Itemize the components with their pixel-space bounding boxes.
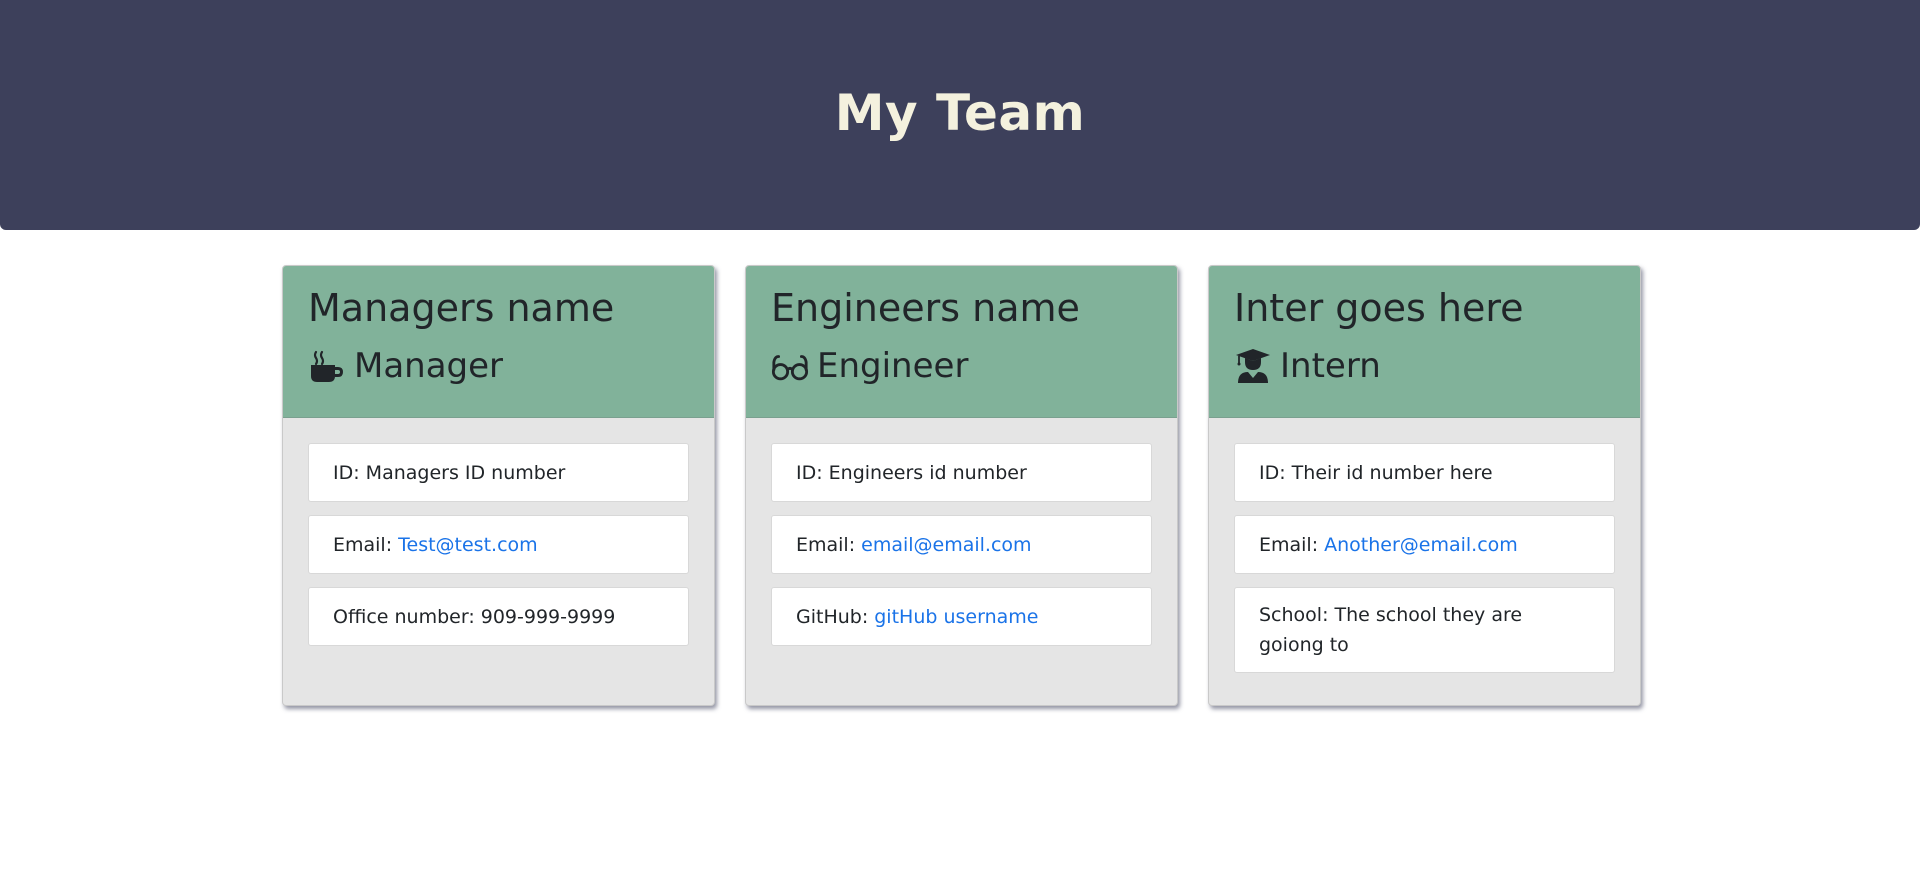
employee-role-label: Intern: [1280, 346, 1381, 386]
graduate-icon: [1234, 347, 1272, 385]
card-header: Engineers name Engineer: [746, 266, 1177, 418]
employee-role-label: Manager: [354, 346, 504, 386]
employee-id: ID: Their id number here: [1234, 443, 1615, 502]
email-label: Email:: [796, 533, 856, 556]
employee-name: Inter goes here: [1234, 286, 1524, 330]
school-text: School: The school they are goiong to: [1259, 604, 1523, 656]
employee-email: Email: Test@test.com: [308, 515, 689, 574]
card-body: ID: Engineers id number Email: email@ema…: [746, 418, 1177, 646]
email-label: Email:: [1259, 533, 1319, 556]
github: GitHub: gitHub username: [771, 587, 1152, 646]
employee-card-engineer: Engineers name Engineer ID: Engineers id…: [745, 265, 1178, 706]
school: School: The school they are goiong to: [1234, 587, 1615, 673]
employee-id-text: ID: Managers ID number: [333, 461, 566, 484]
card-header: Managers name Manager: [283, 266, 714, 418]
employee-email: Email: Another@email.com: [1234, 515, 1615, 574]
employee-role: Engineer: [771, 344, 1152, 388]
employee-id: ID: Engineers id number: [771, 443, 1152, 502]
github-label: GitHub:: [796, 605, 869, 628]
employee-card-manager: Managers name Manager ID: Managers ID nu…: [282, 265, 715, 706]
page-title: My Team: [834, 84, 1086, 142]
page-header: My Team: [0, 0, 1920, 230]
glasses-icon: [771, 347, 809, 385]
employee-name: Engineers name: [771, 286, 1080, 330]
employee-id-text: ID: Their id number here: [1259, 461, 1493, 484]
employee-email: Email: email@email.com: [771, 515, 1152, 574]
employee-role-label: Engineer: [817, 346, 969, 386]
coffee-mug-icon: [308, 347, 346, 385]
employee-id-text: ID: Engineers id number: [796, 461, 1027, 484]
card-header: Inter goes here Intern: [1209, 266, 1640, 418]
employee-card-intern: Inter goes here Intern ID: Their id numb…: [1208, 265, 1641, 706]
employee-name: Managers name: [308, 286, 615, 330]
employee-role: Intern: [1234, 344, 1615, 388]
office-number-text: Office number: 909-999-9999: [333, 605, 616, 628]
card-body: ID: Managers ID number Email: Test@test.…: [283, 418, 714, 646]
email-label: Email:: [333, 533, 393, 556]
email-link[interactable]: email@email.com: [861, 530, 1031, 560]
email-link[interactable]: Test@test.com: [398, 530, 538, 560]
employee-id: ID: Managers ID number: [308, 443, 689, 502]
employee-role: Manager: [308, 344, 689, 388]
team-cards: Managers name Manager ID: Managers ID nu…: [282, 265, 1641, 706]
office-number: Office number: 909-999-9999: [308, 587, 689, 646]
github-link[interactable]: gitHub username: [874, 602, 1038, 632]
card-body: ID: Their id number here Email: Another@…: [1209, 418, 1640, 673]
email-link[interactable]: Another@email.com: [1324, 530, 1518, 560]
